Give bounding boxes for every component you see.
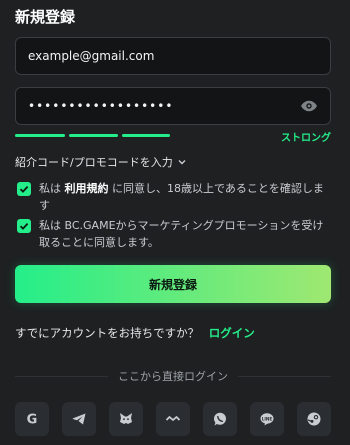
login-prompt: すでにアカウントをお持ちですか？ ログイン bbox=[15, 325, 255, 341]
svg-text:LINE: LINE bbox=[262, 416, 273, 421]
terms-text-before: 私は bbox=[39, 182, 61, 195]
social-divider: ここから直接ログイン bbox=[15, 368, 331, 384]
metamask-icon bbox=[120, 413, 132, 424]
have-account-text: すでにアカウントをお持ちですか？ bbox=[15, 326, 200, 340]
terms-link[interactable]: 利用規約 bbox=[65, 182, 109, 195]
terms-text: 私は 利用規約 に同意し、18歳以上であることを確認します bbox=[39, 180, 333, 214]
password-field-wrapper bbox=[15, 87, 331, 125]
terms-checkbox-row: 私は 利用規約 に同意し、18歳以上であることを確認します bbox=[17, 180, 333, 214]
register-title: 新規登録 bbox=[15, 8, 76, 26]
promo-code-toggle[interactable]: 紹介コード/プロモコードを入力 bbox=[15, 154, 187, 170]
web3-icon bbox=[165, 416, 181, 421]
line-icon: LINE bbox=[260, 413, 274, 426]
password-strength-meter: ストロング bbox=[15, 132, 331, 144]
chevron-down-icon bbox=[178, 160, 186, 165]
google-login-button[interactable]: G bbox=[15, 402, 49, 436]
telegram-login-button[interactable] bbox=[62, 402, 96, 436]
eye-icon[interactable] bbox=[300, 97, 318, 115]
divider-line bbox=[15, 375, 108, 377]
social-divider-text: ここから直接ログイン bbox=[118, 370, 228, 383]
email-input[interactable] bbox=[28, 49, 318, 63]
steam-login-button[interactable] bbox=[297, 402, 331, 436]
marketing-checkbox[interactable] bbox=[17, 219, 31, 233]
marketing-checkbox-row: 私は BC.GAMEからマーケティングプロモーションを受け取ることに同意します。 bbox=[17, 217, 333, 251]
google-icon: G bbox=[27, 413, 38, 428]
steam-icon bbox=[307, 412, 321, 426]
password-input[interactable] bbox=[28, 99, 300, 113]
svg-text:G: G bbox=[27, 413, 38, 428]
marketing-text: 私は BC.GAMEからマーケティングプロモーションを受け取ることに同意します。 bbox=[39, 219, 324, 249]
social-login-row: G LINE bbox=[15, 402, 335, 438]
web3-login-button[interactable] bbox=[156, 402, 190, 436]
check-icon bbox=[19, 185, 29, 193]
strength-segment bbox=[15, 134, 65, 137]
login-link[interactable]: ログイン bbox=[209, 326, 255, 340]
strength-segment bbox=[69, 134, 118, 137]
line-login-button[interactable]: LINE bbox=[250, 402, 284, 436]
check-icon bbox=[19, 222, 29, 230]
register-button[interactable]: 新規登録 bbox=[15, 265, 331, 303]
promo-code-label: 紹介コード/プロモコードを入力 bbox=[15, 156, 173, 169]
telegram-icon bbox=[72, 413, 86, 425]
terms-checkbox[interactable] bbox=[17, 182, 31, 196]
divider-line bbox=[238, 375, 331, 377]
strength-segment bbox=[122, 134, 170, 137]
metamask-login-button[interactable] bbox=[109, 402, 143, 436]
whatsapp-icon bbox=[214, 412, 226, 426]
email-field-wrapper bbox=[15, 37, 331, 75]
strength-label: ストロング bbox=[281, 133, 331, 144]
whatsapp-login-button[interactable] bbox=[203, 402, 237, 436]
